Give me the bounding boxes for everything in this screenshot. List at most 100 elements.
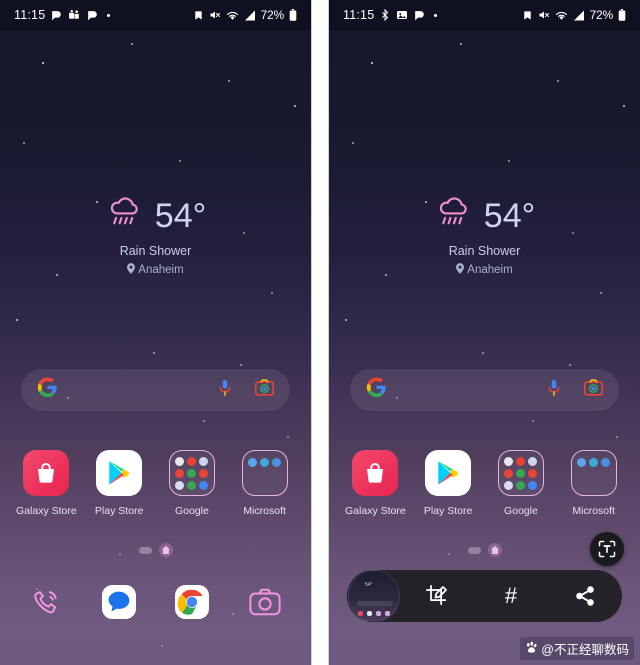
chrome-icon[interactable] [170,580,214,624]
page-indicator[interactable] [0,543,311,557]
screenshot-thumbnail[interactable]: 54° [348,570,400,622]
folder-app-dot [589,458,599,467]
app-grid: Galaxy Store Play Store Google Microsoft [339,450,630,517]
thumbnail-app-dot [367,611,372,616]
folder-microsoft[interactable]: Microsoft [559,450,629,517]
folder-preview-grid [504,456,538,490]
share-button[interactable] [565,576,605,616]
status-bar-clock: 11:15 [343,8,375,22]
crop-edit-button[interactable] [417,576,457,616]
thumbnail-app-dot [358,611,363,616]
status-bar: 11:15 72% [329,0,640,30]
battery-percent: 72% [260,8,285,22]
home-page-icon[interactable] [158,543,173,557]
wifi-icon [555,10,568,21]
microsoft-folder-icon[interactable] [570,450,617,496]
mute-icon [538,9,550,21]
galaxy-store-icon[interactable] [23,450,70,496]
weather-main: 54° [105,196,206,235]
wallpaper-stars-right [329,0,640,665]
app-label: Microsoft [243,505,286,517]
folder-preview-grid [175,456,209,490]
folder-app-dot [272,458,282,467]
microphone-icon[interactable] [217,379,233,402]
folder-app-dot [601,458,611,467]
folder-google[interactable]: Google [486,450,556,517]
weather-location-label: Anaheim [467,264,513,276]
home-page-icon[interactable] [487,543,502,557]
google-search-bar[interactable] [21,369,290,411]
app-notification-icon-2 [86,9,99,22]
dock [10,580,301,624]
app-label: Microsoft [572,505,615,517]
galaxy-store-icon[interactable] [352,450,399,496]
status-bar-left: 11:15 [343,8,438,22]
weather-widget[interactable]: 54° Rain Shower Anaheim [0,196,311,277]
app-label: Galaxy Store [345,505,406,517]
messages-icon[interactable] [97,580,141,624]
mute-icon [209,9,221,21]
weather-temperature: 54° [483,196,536,235]
battery-percent: 72% [589,8,614,22]
app-galaxy-store[interactable]: Galaxy Store [11,450,81,517]
phone-screen-before: 11:15 72% 54° Rain Shower Anaheim Galaxy… [0,0,312,665]
screenshot-toolbar-buttons: # [400,576,622,616]
weather-location: Anaheim [127,263,184,277]
app-play-store[interactable]: Play Store [84,450,154,517]
app-notification-icon [413,9,426,22]
signal-icon [573,10,585,21]
page-dot[interactable] [138,546,152,554]
page-dot[interactable] [467,546,481,554]
folder-app-dot [528,468,538,478]
folder-microsoft[interactable]: Microsoft [230,450,300,517]
battery-icon [618,9,626,21]
camera-icon[interactable] [243,580,287,624]
folder-app-dot [187,456,197,466]
screenshot-toolbar: 54° # [347,570,622,622]
app-label: Play Store [94,505,144,517]
wallpaper-stars-left [0,0,311,665]
tags-button[interactable]: # [491,576,531,616]
app-play-store[interactable]: Play Store [413,450,483,517]
folder-google[interactable]: Google [157,450,227,517]
thumbnail-search-preview [357,601,393,606]
location-pin-icon [456,263,465,277]
wifi-icon [226,10,239,21]
phone-icon[interactable] [24,580,68,624]
status-bar-right: 72% [522,8,626,22]
folder-app-dot [528,456,538,466]
folder-app-dot [504,480,514,490]
play-store-icon[interactable] [425,450,472,496]
battery-icon [289,9,297,21]
folder-app-dot [516,480,526,490]
google-folder-icon[interactable] [497,450,544,496]
app-galaxy-store[interactable]: Galaxy Store [340,450,410,517]
google-lens-icon[interactable] [254,379,275,401]
google-g-icon[interactable] [37,377,58,403]
folder-app-dot [577,458,587,467]
thumbnail-app-dot [376,611,381,616]
signal-icon [244,10,256,21]
folder-app-dot [516,456,526,466]
google-search-bar[interactable] [350,369,619,411]
extract-text-button[interactable] [590,532,624,566]
weather-location: Anaheim [456,263,513,277]
google-g-icon[interactable] [366,377,387,403]
app-label: Play Store [423,505,473,517]
google-lens-icon[interactable] [583,379,604,401]
microsoft-folder-icon[interactable] [241,450,288,496]
bluetooth-icon [379,9,391,21]
weather-widget[interactable]: 54° Rain Shower Anaheim [329,196,640,277]
app-notification-icon [50,9,63,22]
weather-temperature: 54° [154,196,207,235]
watermark: @不正经聊数码 [520,637,634,660]
play-store-icon[interactable] [96,450,143,496]
weather-condition: Rain Shower [448,244,521,258]
status-bar-left: 11:15 [14,8,111,22]
weather-condition: Rain Shower [119,244,192,258]
microphone-icon[interactable] [546,379,562,402]
saved-icon [522,10,533,21]
folder-app-dot [528,480,538,490]
google-folder-icon[interactable] [168,450,215,496]
folder-app-dot [504,456,514,466]
